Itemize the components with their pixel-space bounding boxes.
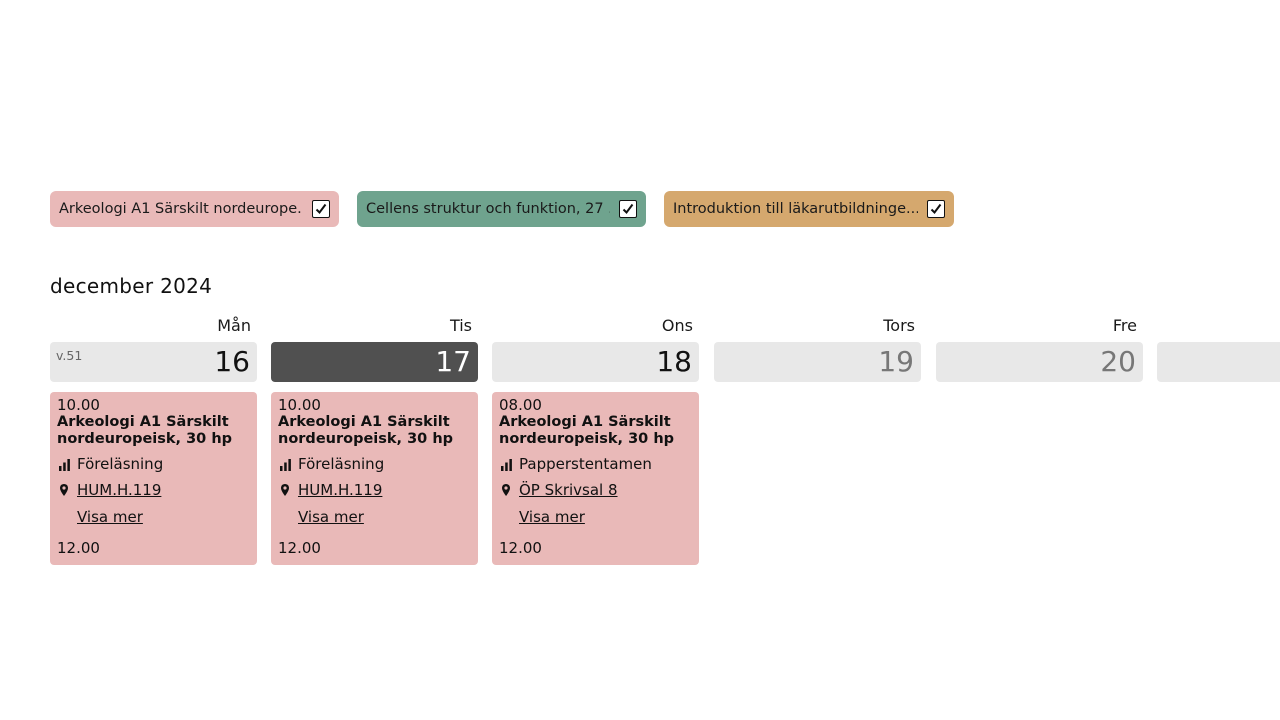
show-more-link[interactable]: Visa mer [519, 508, 585, 526]
month-title: december 2024 [50, 274, 213, 298]
checkmark-icon [622, 203, 634, 215]
event-type-row: Papperstentamen [499, 455, 692, 473]
day-name: Ons [661, 316, 693, 335]
show-more-link[interactable]: Visa mer [77, 508, 143, 526]
day-name: Mån [217, 316, 251, 335]
day-column-friday: Fre 20 [936, 316, 1143, 382]
event-location-row: HUM.H.119 [278, 481, 471, 499]
event-title: Arkeologi A1 Särskilt nordeuropeisk, 30 … [499, 414, 675, 447]
day-date: 17 [435, 345, 471, 378]
day-header[interactable]: 20 [936, 342, 1143, 382]
map-pin-icon [278, 483, 292, 497]
filter-chip-label: Cellens struktur och funktion, 27 ... [366, 201, 610, 217]
event-card[interactable]: 10.00 Arkeologi A1 Särskilt nordeuropeis… [271, 392, 478, 565]
event-type: Papperstentamen [519, 455, 652, 473]
day-header-today[interactable]: 17 [271, 342, 478, 382]
filter-chip-arkeologi[interactable]: Arkeologi A1 Särskilt nordeurope... [50, 191, 339, 227]
day-column-thursday: Tors 19 [714, 316, 921, 382]
day-column-wednesday: Ons 18 08.00 Arkeologi A1 Särskilt norde… [492, 316, 699, 565]
checkmark-icon [930, 203, 942, 215]
day-header[interactable]: 18 [492, 342, 699, 382]
bar-chart-icon [278, 457, 292, 471]
filter-chip-label: Arkeologi A1 Särskilt nordeurope... [59, 201, 303, 217]
day-name: Tors [883, 316, 915, 335]
filter-checkbox[interactable] [927, 200, 945, 218]
day-column-tuesday: Tis 17 10.00 Arkeologi A1 Särskilt norde… [271, 316, 478, 565]
event-card[interactable]: 08.00 Arkeologi A1 Särskilt nordeuropeis… [492, 392, 699, 565]
event-location-link[interactable]: ÖP Skrivsal 8 [519, 481, 618, 499]
event-location-link[interactable]: HUM.H.119 [77, 481, 161, 499]
day-name [1157, 316, 1280, 338]
checkmark-icon [315, 203, 327, 215]
course-filters: Arkeologi A1 Särskilt nordeurope... Cell… [50, 191, 954, 227]
event-type: Föreläsning [77, 455, 164, 473]
day-name: Fre [1112, 316, 1137, 335]
event-title: Arkeologi A1 Särskilt nordeuropeisk, 30 … [57, 414, 233, 447]
event-type: Föreläsning [298, 455, 385, 473]
day-header[interactable] [1157, 342, 1280, 382]
bar-chart-icon [499, 457, 513, 471]
day-column-saturday-partial [1157, 316, 1280, 382]
show-more-link[interactable]: Visa mer [298, 508, 364, 526]
day-header[interactable]: 19 [714, 342, 921, 382]
event-card[interactable]: 10.00 Arkeologi A1 Särskilt nordeuropeis… [50, 392, 257, 565]
event-start-time: 10.00 [57, 396, 100, 414]
bar-chart-icon [57, 457, 71, 471]
event-type-row: Föreläsning [57, 455, 250, 473]
event-end-time: 12.00 [57, 539, 100, 557]
event-location-row: ÖP Skrivsal 8 [499, 481, 692, 499]
day-header[interactable]: v.51 16 [50, 342, 257, 382]
event-end-time: 12.00 [278, 539, 321, 557]
map-pin-icon [57, 483, 71, 497]
filter-checkbox[interactable] [619, 200, 637, 218]
day-date: 19 [878, 345, 914, 378]
day-date: 20 [1100, 345, 1136, 378]
filter-chip-label: Introduktion till läkarutbildninge... [673, 201, 918, 217]
filter-checkbox[interactable] [312, 200, 330, 218]
event-title: Arkeologi A1 Särskilt nordeuropeisk, 30 … [278, 414, 454, 447]
filter-chip-introduktion[interactable]: Introduktion till läkarutbildninge... [664, 191, 954, 227]
day-date: 16 [214, 345, 250, 378]
event-type-row: Föreläsning [278, 455, 471, 473]
week-number: v.51 [56, 348, 83, 363]
day-date: 18 [656, 345, 692, 378]
day-name: Tis [449, 316, 472, 335]
event-end-time: 12.00 [499, 539, 542, 557]
event-start-time: 08.00 [499, 396, 542, 414]
map-pin-icon [499, 483, 513, 497]
day-column-monday: Mån v.51 16 10.00 Arkeologi A1 Särskilt … [50, 316, 257, 565]
event-start-time: 10.00 [278, 396, 321, 414]
event-location-row: HUM.H.119 [57, 481, 250, 499]
filter-chip-cellens[interactable]: Cellens struktur och funktion, 27 ... [357, 191, 646, 227]
event-location-link[interactable]: HUM.H.119 [298, 481, 382, 499]
